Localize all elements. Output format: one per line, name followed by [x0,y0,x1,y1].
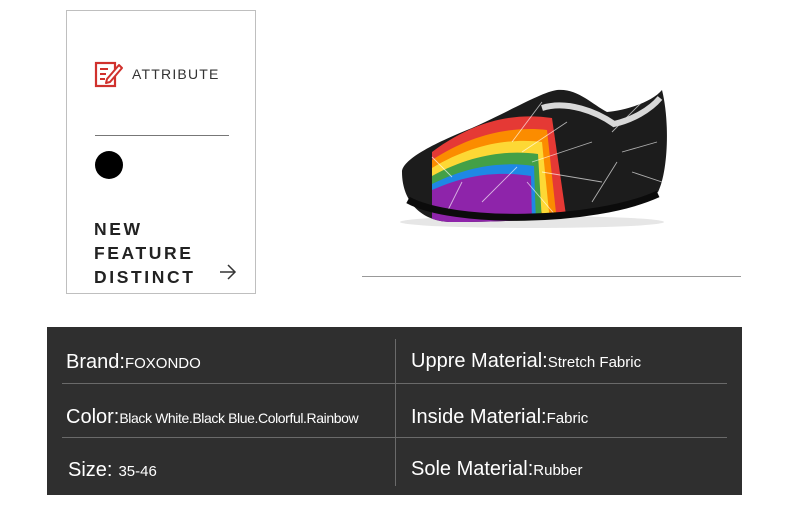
tagline-line: NEW [94,219,143,239]
brand-cell: Brand: FOXONDO [66,351,201,374]
color-value: Black White.Black Blue.Colorful.Rainbow [119,410,359,426]
brand-label: Brand: [66,351,125,373]
sole-material-value: Rubber [533,462,583,479]
upper-material-cell: Uppre Material: Stretch Fabric [411,350,641,373]
upper-material-value: Stretch Fabric [547,354,642,371]
color-label: Color: [66,406,120,428]
product-image [400,89,667,228]
column-divider [395,339,396,486]
black-color-swatch [95,151,123,179]
inside-material-label: Inside Material: [411,406,547,428]
brand-value: FOXONDO [124,355,201,372]
sole-material-label: Sole Material: [411,458,534,480]
arrow-right-icon[interactable] [218,262,238,282]
upper-material-label: Uppre Material: [411,350,548,372]
attribute-card: ATTRIBUTE NEW FEATURE DISTINCT [66,10,256,294]
divider [362,276,741,277]
tagline-line: DISTINCT [94,267,196,287]
tagline-line: FEATURE [94,243,194,263]
sole-material-cell: Sole Material: Rubber [411,458,582,481]
color-cell: Color: Black White.Black Blue.Colorful.R… [66,406,359,429]
inside-material-cell: Inside Material: Fabric [411,406,588,429]
tagline: NEW FEATURE DISTINCT [94,217,196,289]
attribute-title: ATTRIBUTE [132,66,220,82]
size-value: 35-46 [118,463,157,480]
inside-material-value: Fabric [546,410,589,427]
spec-table: Brand: FOXONDO Uppre Material: Stretch F… [47,327,742,495]
size-label: Size: [68,459,113,481]
size-cell: Size: 35-46 [68,459,157,482]
attribute-header: ATTRIBUTE [94,59,220,89]
divider [95,135,229,136]
edit-document-icon [94,61,123,88]
